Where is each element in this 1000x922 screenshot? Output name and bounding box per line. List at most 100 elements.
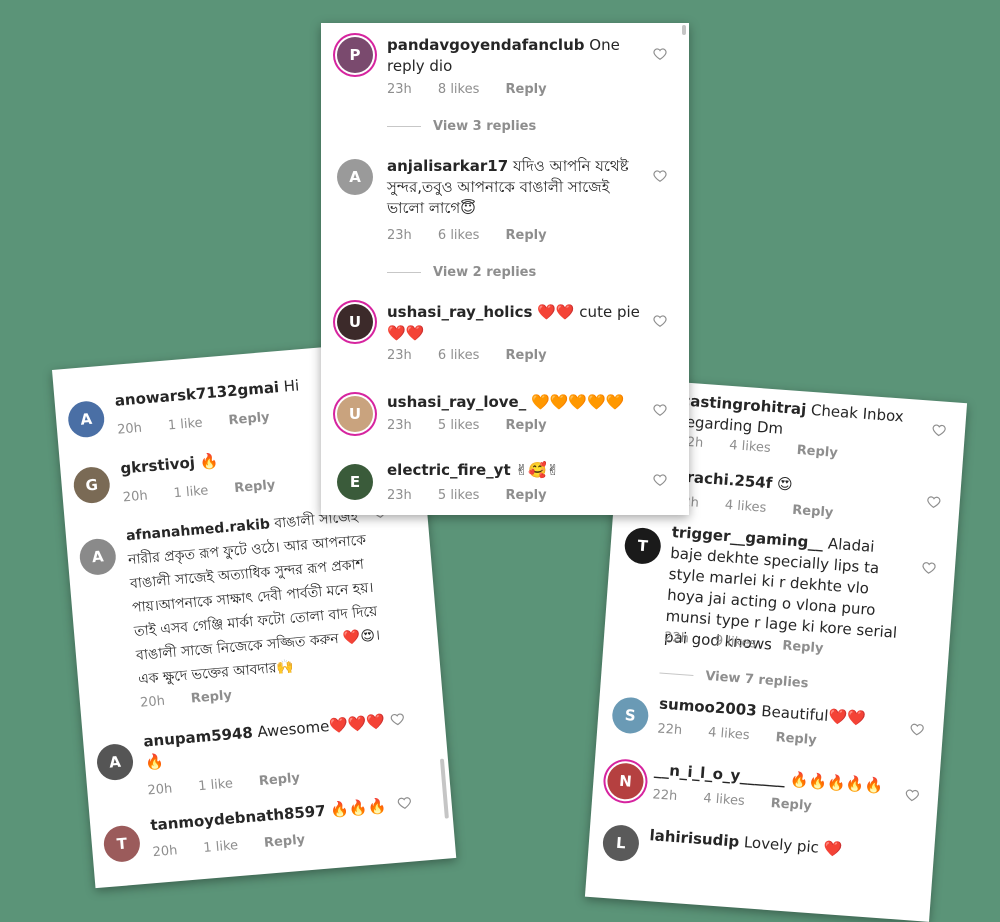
user-avatar[interactable]: A (95, 742, 135, 782)
comment-likes[interactable]: 1 like (173, 483, 209, 501)
like-heart-icon[interactable] (905, 788, 920, 803)
user-avatar[interactable]: G (72, 465, 112, 505)
comment-likes[interactable]: 5 likes (438, 418, 479, 433)
user-avatar[interactable]: U (337, 396, 373, 432)
comment-time: 23h (387, 82, 412, 97)
view-replies-link[interactable]: View 7 replies (659, 665, 809, 692)
user-avatar[interactable]: T (102, 824, 142, 864)
comment-username[interactable]: ushasi_ray_holics (387, 303, 532, 321)
comment-likes[interactable]: 1 like (198, 776, 234, 794)
comment-meta: 23h 8 likes Reply (387, 82, 569, 97)
scrollbar[interactable] (439, 758, 449, 819)
comment-username[interactable]: sumoo2003 (659, 695, 758, 720)
reply-button[interactable]: Reply (263, 832, 305, 850)
comment-meta: 23h 6 likes Reply (387, 348, 569, 363)
user-avatar[interactable]: U (337, 304, 373, 340)
comment-time: 23h (387, 348, 412, 363)
reply-button[interactable]: Reply (506, 348, 547, 363)
user-avatar[interactable]: T (623, 526, 663, 566)
like-heart-icon[interactable] (390, 712, 405, 727)
comment-username[interactable]: anjalisarkar17 (387, 157, 508, 175)
comment-meta: 23h 6 likes Reply (387, 228, 569, 243)
reply-button[interactable]: Reply (506, 82, 547, 97)
comment-username[interactable]: __n_i_l_o_y______ (654, 760, 786, 788)
reply-button[interactable]: Reply (228, 410, 270, 428)
user-avatar[interactable]: A (66, 399, 106, 439)
comment-likes[interactable]: 4 likes (729, 438, 771, 456)
comment-likes[interactable]: 9 likes (714, 633, 756, 651)
like-heart-icon[interactable] (653, 314, 667, 328)
comment-meta: 23h 5 likes Reply (387, 488, 569, 503)
comment-username[interactable]: ushasi_ray_love_ (387, 393, 526, 411)
comment-time: 23h (387, 488, 412, 503)
comment-likes[interactable]: 1 like (203, 838, 239, 856)
comment-text: 🔥 (198, 451, 219, 471)
comment-username[interactable]: anupam5948 (143, 724, 254, 751)
like-heart-icon[interactable] (653, 47, 667, 61)
comment-time: 22h (652, 787, 678, 805)
comment-text: 😍 (776, 474, 794, 494)
like-heart-icon[interactable] (397, 795, 412, 810)
user-avatar[interactable]: N (606, 761, 645, 801)
reply-button[interactable]: Reply (258, 771, 300, 789)
comment-time: 20h (152, 843, 179, 861)
center-comment-panel: P pandavgoyendafanclub One reply dio 23h… (321, 23, 689, 515)
reply-button[interactable]: Reply (770, 796, 812, 814)
user-avatar[interactable]: L (601, 823, 641, 863)
comment-username[interactable]: afnanahmed.rakib (126, 516, 271, 544)
comment-time: 20h (146, 781, 173, 799)
comment-likes[interactable]: 1 like (167, 416, 203, 434)
comment-text: Lovely pic ❤️ (743, 833, 843, 859)
comment-likes[interactable]: 6 likes (438, 228, 479, 243)
user-avatar[interactable]: S (611, 696, 650, 735)
comment-likes[interactable]: 4 likes (708, 725, 750, 743)
comment-time: 23h (387, 228, 412, 243)
comment-likes[interactable]: 4 likes (703, 791, 745, 809)
user-avatar[interactable]: P (337, 37, 373, 73)
comment-username[interactable]: gkrstivoj (120, 453, 196, 477)
reply-button[interactable]: Reply (506, 228, 547, 243)
comment-meta: 20h 1 like Reply (152, 831, 327, 861)
comment-time: 20h (116, 420, 143, 438)
comment-meta: 20h 1 like Reply (122, 476, 297, 506)
like-heart-icon[interactable] (653, 403, 667, 417)
reply-button[interactable]: Reply (506, 418, 547, 433)
comment-username[interactable]: prachi.254f (675, 467, 773, 492)
comment-username[interactable]: pandavgoyendafanclub (387, 36, 584, 54)
comment-time: 20h (122, 488, 149, 506)
like-heart-icon[interactable] (653, 169, 667, 183)
view-replies-link[interactable]: View 2 replies (387, 265, 536, 280)
comment-meta: 20h 1 like Reply (147, 769, 322, 799)
user-avatar[interactable]: E (337, 464, 373, 500)
comment-likes[interactable]: 5 likes (438, 488, 479, 503)
comment-likes[interactable]: 4 likes (724, 498, 766, 516)
view-replies-link[interactable]: View 3 replies (387, 119, 536, 134)
reply-button[interactable]: Reply (190, 688, 232, 706)
comment-likes[interactable]: 8 likes (438, 82, 479, 97)
like-heart-icon[interactable] (932, 423, 947, 438)
like-heart-icon[interactable] (910, 722, 925, 737)
comment-meta: 20h 1 like Reply (117, 408, 292, 438)
scrollbar[interactable] (682, 25, 686, 35)
like-heart-icon[interactable] (653, 473, 667, 487)
like-heart-icon[interactable] (921, 560, 936, 575)
reply-button[interactable]: Reply (792, 503, 834, 521)
comment-username[interactable]: lahirisudip (649, 826, 740, 851)
comment-text: Beautiful❤️❤️ (760, 702, 867, 728)
comment-username[interactable]: anowarsk7132gmai (114, 378, 280, 410)
comment-username[interactable]: electric_fire_yt (387, 461, 511, 479)
comment-username[interactable]: tanmoydebnath8597 (150, 802, 327, 835)
reply-button[interactable]: Reply (782, 638, 824, 656)
user-avatar[interactable]: A (337, 159, 373, 195)
comment-text: Hi (283, 376, 300, 396)
comment-meta: 23h 5 likes Reply (387, 418, 569, 433)
like-heart-icon[interactable] (926, 495, 941, 510)
comment-likes[interactable]: 6 likes (438, 348, 479, 363)
reply-button[interactable]: Reply (775, 730, 817, 748)
comment-time: 22h (656, 721, 683, 739)
user-avatar[interactable]: A (78, 537, 118, 577)
reply-button[interactable]: Reply (506, 488, 547, 503)
comment-text: ✌🥰✌ (515, 461, 560, 479)
reply-button[interactable]: Reply (234, 478, 276, 496)
reply-button[interactable]: Reply (796, 443, 838, 461)
